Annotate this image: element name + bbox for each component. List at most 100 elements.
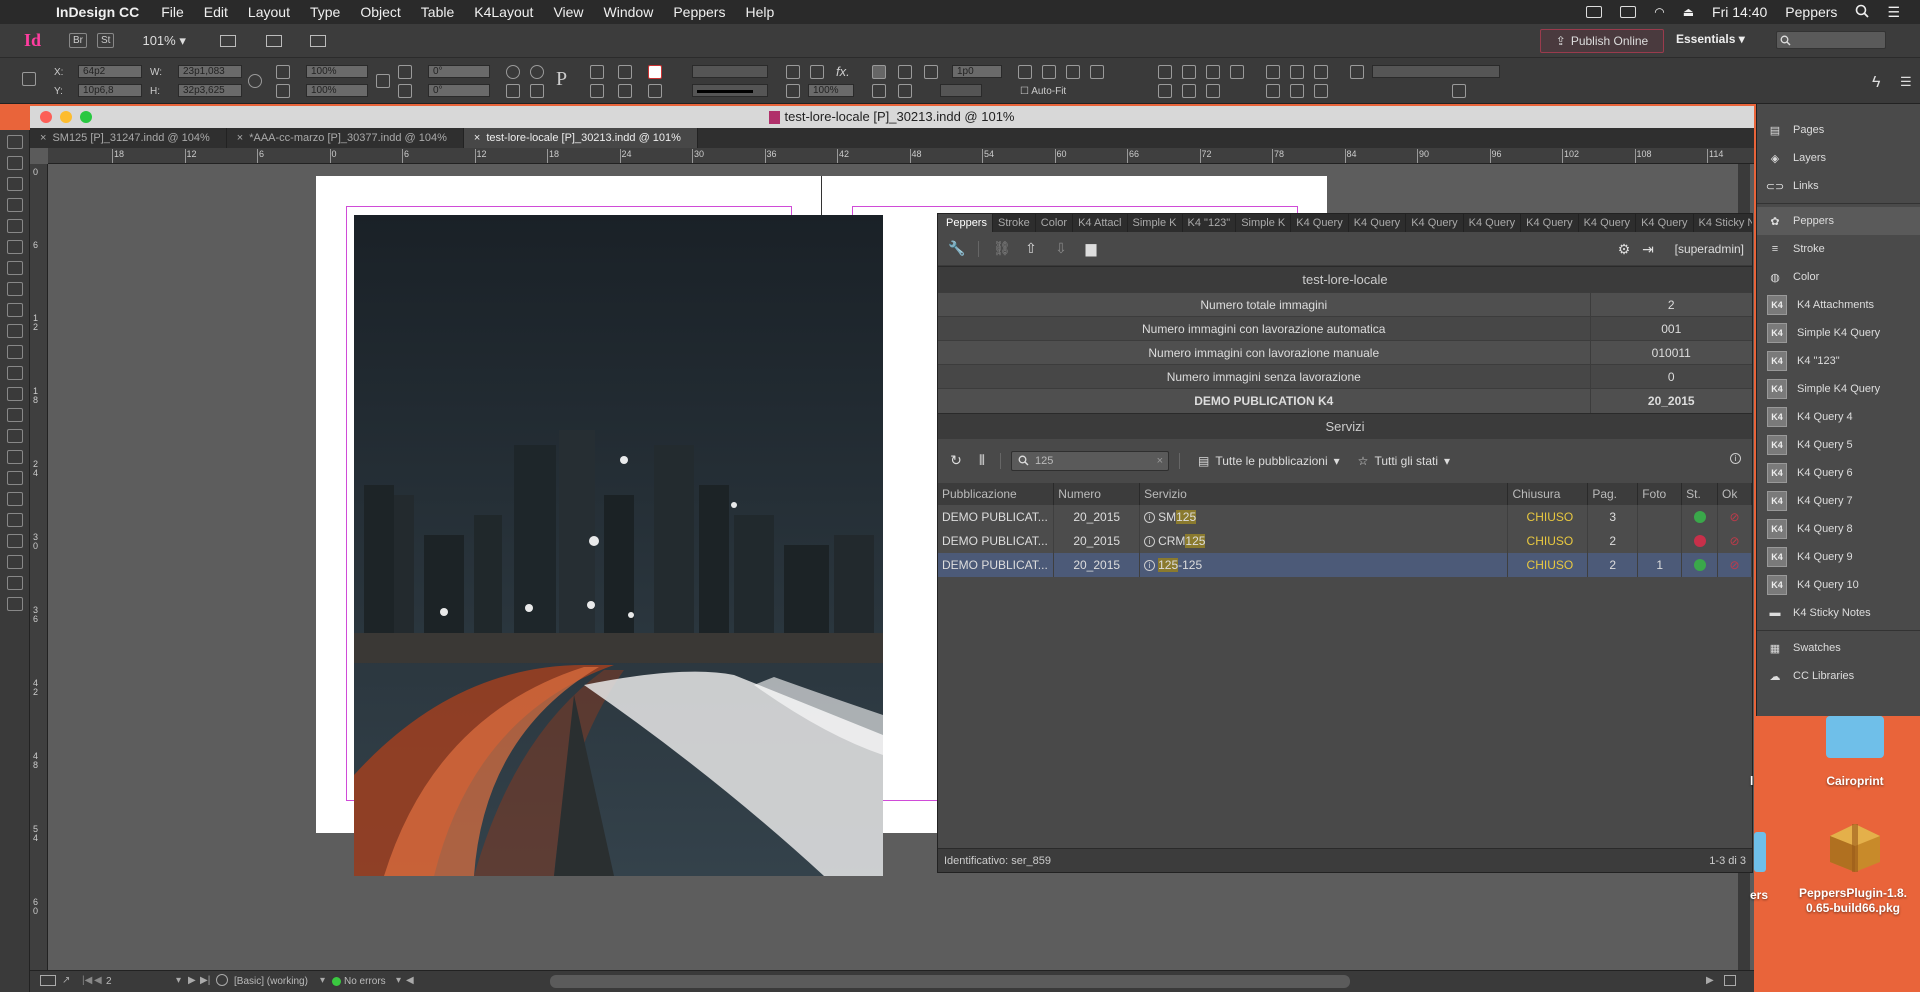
split-view-icon[interactable] [1724, 975, 1736, 986]
peppers-tab[interactable]: K4 Attacl [1073, 214, 1128, 232]
close-tab-icon[interactable]: × [474, 132, 480, 144]
stock-button[interactable]: St [97, 33, 115, 48]
display-icon[interactable] [1620, 6, 1637, 18]
chain-link-icon[interactable] [376, 74, 390, 88]
arrange-documents-icon[interactable] [309, 34, 326, 47]
stroke-weight-field[interactable]: 1p0 [952, 65, 1002, 78]
stroke-weight-select[interactable] [692, 65, 768, 78]
dock-item[interactable]: K4 K4 Query 7 [1757, 487, 1920, 515]
free-transform-tool-icon[interactable] [6, 387, 23, 401]
flip-vertical-icon[interactable] [530, 84, 544, 98]
peppers-tab[interactable]: K4 Query [1291, 214, 1349, 232]
object-style-select[interactable] [1372, 65, 1500, 78]
dock-item[interactable]: K4 K4 Query 9 [1757, 543, 1920, 571]
peppers-tab[interactable]: K4 "123" [1183, 214, 1237, 232]
distribute-center-icon[interactable] [1290, 65, 1304, 79]
column-header[interactable]: Pag. [1587, 482, 1639, 505]
dock-item[interactable]: ◍ Color [1757, 263, 1920, 291]
select-container-icon[interactable] [590, 65, 604, 79]
close-window-icon[interactable] [40, 111, 52, 123]
dock-item[interactable]: ▤ Pages [1757, 116, 1920, 144]
quick-apply-icon[interactable] [1452, 84, 1466, 98]
distribute-h-left-icon[interactable] [1266, 84, 1280, 98]
desktop-package-label[interactable]: PeppersPlugin-1.8. 0.65-build66.pkg [1786, 886, 1920, 916]
align-stroke-icon[interactable] [898, 84, 912, 98]
scale-x-field[interactable]: 100% [306, 65, 368, 78]
rectangle-frame-tool-icon[interactable] [6, 324, 23, 338]
hand-tool-icon[interactable] [6, 492, 23, 506]
dock-item[interactable]: ⊂⊃ Links [1757, 172, 1920, 200]
refresh-icon[interactable]: ↻ [948, 452, 964, 469]
distribute-h-right-icon[interactable] [1314, 84, 1328, 98]
rotate-ccw-icon[interactable] [530, 65, 544, 79]
select-previous-icon[interactable] [618, 65, 632, 79]
shear-field[interactable]: 0° [428, 84, 490, 97]
lightning-icon[interactable]: ϟ [1872, 74, 1880, 92]
service-row[interactable]: DEMO PUBLICAT... 20_2015 i CRM125 CHIUSO 2 ⊘ [938, 528, 1752, 553]
info-icon[interactable]: i [1144, 511, 1156, 523]
zoom-window-icon[interactable] [80, 111, 92, 123]
direct-selection-tool-icon[interactable] [6, 156, 23, 170]
eyedropper-tool-icon[interactable] [6, 471, 23, 485]
dock-item[interactable]: K4 K4 Query 4 [1757, 403, 1920, 431]
dock-item[interactable]: K4 K4 Query 5 [1757, 431, 1920, 459]
link-icon[interactable]: ⛓ [993, 240, 1011, 257]
dock-item[interactable]: K4 K4 Query 6 [1757, 459, 1920, 487]
opacity-field[interactable]: 100% [808, 84, 854, 97]
dock-item[interactable]: ▦ Swatches [1757, 634, 1920, 662]
desktop-folder-label[interactable]: Cairoprint [1800, 774, 1910, 788]
not-ok-icon[interactable]: ⊘ [1729, 558, 1739, 572]
dock-item[interactable]: K4 Simple K4 Query [1757, 319, 1920, 347]
dock-grip[interactable] [1757, 104, 1920, 116]
horizontal-scrollbar-thumb[interactable] [550, 975, 1350, 988]
stroke-swatch-icon[interactable] [648, 84, 662, 98]
dock-item[interactable]: ✿ Peppers [1757, 207, 1920, 235]
scroll-right-icon[interactable]: ▶ [1706, 975, 1714, 986]
effects-icon[interactable] [810, 65, 824, 79]
tab-test-lore-locale[interactable]: × test-lore-locale [P]_30213.indd @ 101% [463, 128, 698, 148]
peppers-tab[interactable]: Peppers [938, 214, 993, 232]
rotate-cw-icon[interactable] [506, 65, 520, 79]
align-right-icon[interactable] [1206, 65, 1220, 79]
panel-menu-icon[interactable]: ☰ [1900, 74, 1912, 90]
bridge-button[interactable]: Br [69, 33, 88, 48]
distribute-bottom-icon[interactable] [1314, 65, 1328, 79]
workspace-switcher[interactable]: Essentials ▾ [1676, 32, 1745, 46]
wrap-bbox-icon[interactable] [898, 65, 912, 79]
menu-object[interactable]: Object [360, 4, 400, 20]
distribute-h-center-icon[interactable] [1290, 84, 1304, 98]
object-style-icon[interactable] [1350, 65, 1364, 79]
apply-none-icon[interactable] [6, 576, 23, 590]
last-page-icon[interactable]: ▶| [200, 975, 210, 986]
open-page-icon[interactable] [216, 974, 228, 986]
select-content-icon[interactable] [590, 84, 604, 98]
app-menu[interactable]: InDesign CC [56, 4, 139, 20]
desktop-item-label-partial-2[interactable]: ers [1750, 888, 1790, 902]
download-icon[interactable]: ⇩ [1053, 240, 1069, 257]
dock-item[interactable]: K4 K4 Attachments [1757, 291, 1920, 319]
spotlight-icon[interactable] [1855, 4, 1870, 21]
menu-type[interactable]: Type [310, 4, 340, 20]
dock-item[interactable]: ≡ Stroke [1757, 235, 1920, 263]
not-ok-icon[interactable]: ⊘ [1729, 510, 1739, 524]
menu-layout[interactable]: Layout [248, 4, 290, 20]
minimize-window-icon[interactable] [60, 111, 72, 123]
scissors-tool-icon[interactable] [6, 366, 23, 380]
preflight-panel-icon[interactable] [40, 975, 56, 986]
corner-options-icon[interactable] [872, 84, 886, 98]
autofit-checkbox[interactable]: ☐ Auto-Fit [1020, 86, 1066, 97]
dock-item[interactable]: K4 K4 "123" [1757, 347, 1920, 375]
peppers-tab[interactable]: K4 Query [1521, 214, 1579, 232]
logout-icon[interactable]: ⇥ [1640, 241, 1656, 258]
fx-icon[interactable]: fx. [836, 64, 850, 79]
align-middle-icon[interactable] [1158, 84, 1172, 98]
select-next-icon[interactable] [618, 84, 632, 98]
service-row[interactable]: DEMO PUBLICAT... 20_2015 i SM125 CHIUSO 3 ⊘ [938, 504, 1752, 529]
desktop-item-label-partial[interactable]: l [1750, 774, 1780, 788]
settings-gear-icon[interactable]: ⚙ [1616, 241, 1632, 258]
rotation-field[interactable]: 0° [428, 65, 490, 78]
dock-item[interactable]: K4 Simple K4 Query [1757, 375, 1920, 403]
screen-share-icon[interactable] [1586, 6, 1603, 18]
status-dot-icon[interactable] [1693, 511, 1706, 524]
dock-item[interactable]: K4 K4 Query 10 [1757, 571, 1920, 599]
